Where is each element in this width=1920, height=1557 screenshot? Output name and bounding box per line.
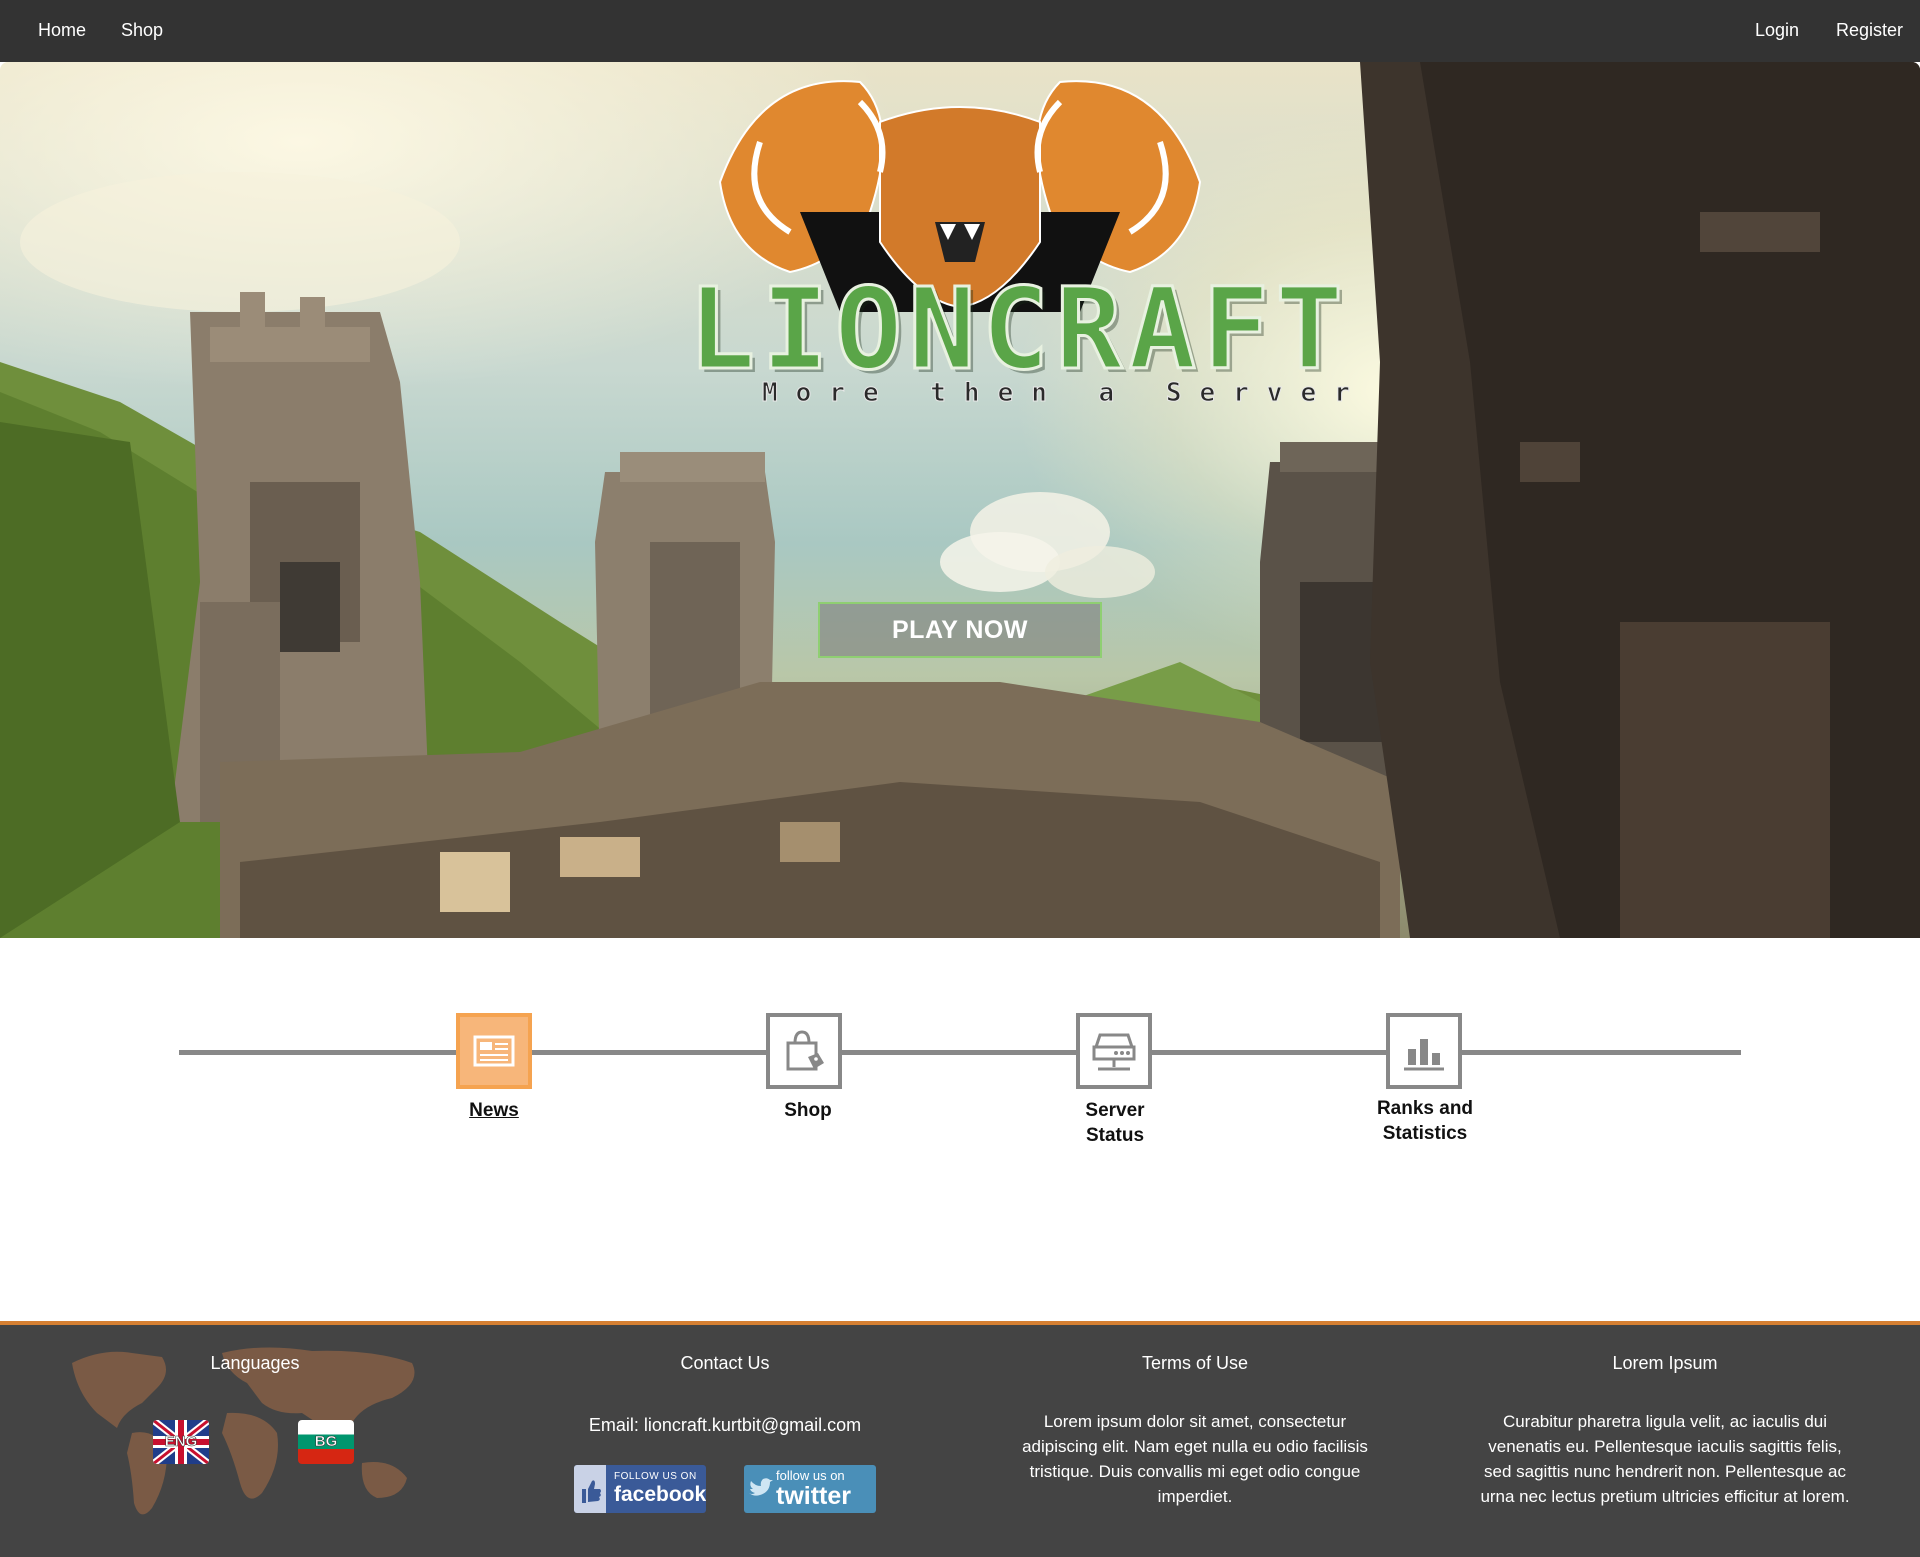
shopping-bag-icon — [786, 1030, 824, 1071]
play-now-button[interactable]: PLAY NOW — [818, 602, 1102, 658]
contact-email[interactable]: Email: lioncraft.kurtbit@gmail.com — [565, 1413, 885, 1438]
feature-label-ranks-statistics[interactable]: Ranks and Statistics — [1355, 1096, 1495, 1146]
twitter-bird-icon — [746, 1475, 774, 1503]
hero-banner: LIONCRAFT More then a Server PLAY NOW — [0, 62, 1920, 938]
thumbs-up-icon — [574, 1465, 606, 1513]
bar-chart-icon — [1404, 1039, 1444, 1071]
feature-connector-line — [179, 1050, 1741, 1055]
twitter-small-text: follow us on — [776, 1468, 845, 1483]
feature-ranks-statistics[interactable] — [1386, 1013, 1462, 1089]
feature-server-status[interactable] — [1076, 1013, 1152, 1089]
feature-label-shop[interactable]: Shop — [738, 1098, 878, 1123]
flag-eng-button[interactable]: ENG — [153, 1420, 209, 1464]
nav-login-link[interactable]: Login — [1755, 20, 1799, 41]
logo-tagline: More then a Server — [762, 378, 1368, 409]
page: Home Shop Login Register LIONCRAFT More … — [0, 0, 1920, 1557]
footer: Languages ENG BG Contact Us Email: lionc… — [0, 1321, 1920, 1557]
languages-title: Languages — [210, 1353, 300, 1373]
facebook-follow-button[interactable]: FOLLOW US ON facebook — [574, 1465, 706, 1513]
flag-bg-label: BG — [314, 1433, 338, 1451]
flag-bg-button[interactable]: BG — [298, 1420, 354, 1464]
twitter-big-text: twitter — [776, 1482, 851, 1510]
nav-home-link[interactable]: Home — [38, 20, 86, 41]
flag-eng-label: ENG — [164, 1433, 198, 1451]
server-icon — [1092, 1033, 1136, 1071]
nav-shop-link[interactable]: Shop — [121, 20, 163, 41]
terms-text: Lorem ipsum dolor sit amet, consectetur … — [1022, 1412, 1368, 1506]
lorem-text: Curabitur pharetra ligula velit, ac iacu… — [1480, 1412, 1850, 1506]
top-navbar: Home Shop Login Register — [0, 0, 1920, 62]
facebook-small-text: FOLLOW US ON — [614, 1471, 697, 1482]
feature-label-news[interactable]: News — [424, 1098, 564, 1123]
contact-title: Contact Us — [680, 1353, 770, 1373]
twitter-follow-button[interactable]: follow us on twitter — [744, 1465, 876, 1513]
feature-shop[interactable] — [766, 1013, 842, 1089]
nav-register-link[interactable]: Register — [1836, 20, 1903, 41]
castle-scene-image — [0, 62, 1920, 938]
feature-news[interactable] — [456, 1013, 532, 1089]
feature-label-server-status[interactable]: Server Status — [1060, 1098, 1170, 1148]
terms-title: Terms of Use — [1141, 1353, 1249, 1373]
facebook-big-text: facebook — [614, 1483, 706, 1506]
newspaper-icon — [473, 1035, 515, 1067]
lorem-title: Lorem Ipsum — [1612, 1353, 1718, 1373]
logo-wordmark: LIONCRAFT — [687, 265, 1349, 395]
